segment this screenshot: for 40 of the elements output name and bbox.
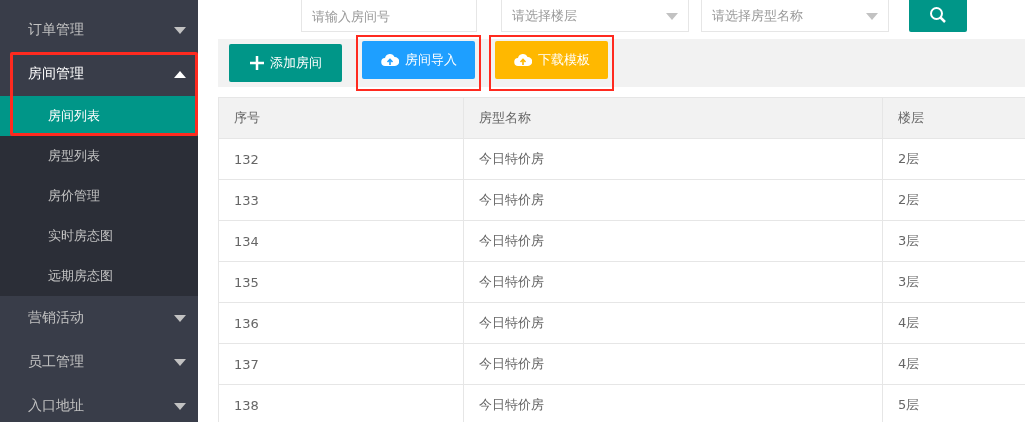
search-icon [929, 5, 947, 24]
caret-icon [174, 358, 186, 366]
table-cell: 今日特价房 [463, 220, 883, 262]
caret-icon [866, 12, 878, 20]
table-cell: 136 [218, 302, 464, 344]
caret-icon [174, 314, 186, 322]
column-header: 楼层 [882, 97, 1025, 139]
caret-icon [174, 26, 186, 34]
sidebar-group[interactable]: 订单管理 [0, 8, 198, 52]
sidebar-item[interactable]: 房间列表 [0, 96, 198, 136]
cloud-upload-icon [513, 53, 532, 67]
table-cell: 今日特价房 [463, 138, 883, 180]
column-header: 房型名称 [463, 97, 883, 139]
sidebar-group[interactable]: 房间管理 [0, 52, 198, 96]
column-header: 序号 [218, 97, 464, 139]
caret-icon [174, 70, 186, 78]
room-number-field[interactable]: 请输入房间号 [301, 0, 477, 32]
table-cell: 138 [218, 384, 464, 422]
sidebar-group[interactable]: 员工管理 [0, 340, 198, 384]
sidebar-group[interactable]: 营销活动 [0, 296, 198, 340]
table-cell: 134 [218, 220, 464, 262]
table-cell: 135 [218, 261, 464, 303]
cloud-upload-icon [380, 53, 399, 67]
table-cell: 133 [218, 179, 464, 221]
add-room-button[interactable]: 添加房间 [229, 44, 342, 82]
table-cell: 今日特价房 [463, 179, 883, 221]
sidebar-item[interactable]: 实时房态图 [0, 216, 198, 256]
search-button[interactable] [909, 0, 967, 32]
table-cell: 今日特价房 [463, 302, 883, 344]
table-cell: 今日特价房 [463, 343, 883, 385]
caret-icon [174, 402, 186, 410]
caret-icon [666, 12, 678, 20]
sidebar-item[interactable]: 远期房态图 [0, 256, 198, 296]
table-cell: 137 [218, 343, 464, 385]
sidebar-group[interactable]: 入口地址 [0, 384, 198, 422]
table-cell: 今日特价房 [463, 261, 883, 303]
plus-icon [249, 56, 264, 70]
sidebar-item[interactable]: 房型列表 [0, 136, 198, 176]
sidebar-item[interactable]: 房价管理 [0, 176, 198, 216]
table-cell: 132 [218, 138, 464, 180]
